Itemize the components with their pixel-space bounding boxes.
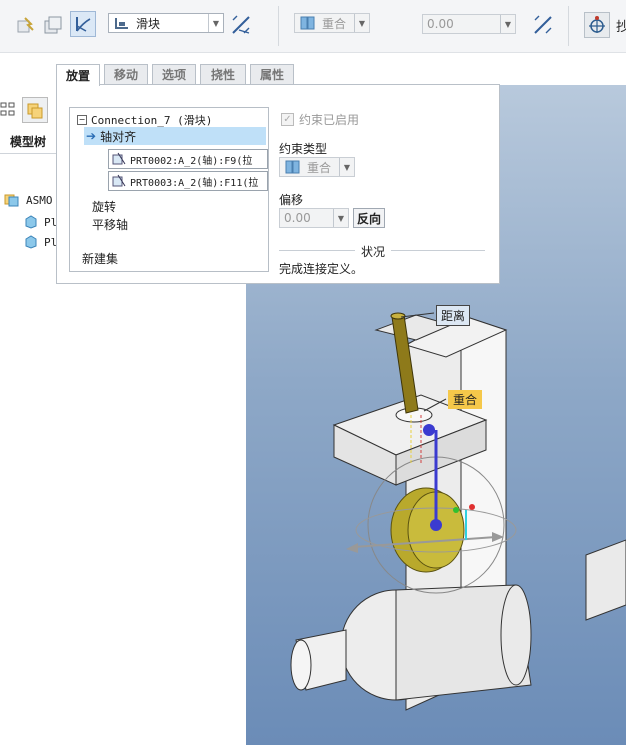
slider-icon [115,18,128,29]
constraint-type-label: 约束类型 [279,142,328,156]
chevron-down-icon: ▼ [500,15,515,33]
status-header: 状况 [355,243,392,260]
flip-button[interactable]: 反向 [353,208,385,228]
constraint-axis-align[interactable]: ➔ 轴对齐 [84,127,266,145]
chevron-down-icon: ▼ [208,14,223,32]
offset-select[interactable]: 0.00 ▼ [422,14,516,34]
axis-reference-icon [112,174,126,187]
arrow-right-icon: ➔ [86,129,97,143]
toolbar-partial-label: 抄 [616,20,626,35]
part-icon [25,235,37,249]
connection-type-select[interactable]: 滑块 ▼ [108,13,224,33]
drag-components-icon[interactable] [584,12,610,38]
constraint-enabled-label: 约束已启用 [299,113,360,127]
layer-tree-icon[interactable] [0,97,16,119]
component-icon[interactable] [40,12,66,38]
connection-node[interactable]: − Connection_7 (滑块) [77,112,212,128]
assembly-tree-icon[interactable] [22,97,48,123]
constraint-type-select[interactable]: 重合 ▼ [294,13,370,33]
user-defined-icon[interactable] [12,12,38,38]
assembly-icon [4,194,19,207]
tab-options[interactable]: 选项 [152,64,196,84]
dashboard-toolbar: 滑块 ▼ 重合 ▼ 0.00 ▼ 抄 [0,0,626,53]
new-set-link[interactable]: 新建集 [82,250,118,267]
panel-offset-select[interactable]: 0.00 ▼ [279,208,349,228]
constraint-translate-axis[interactable]: 平移轴 [92,216,128,233]
chevron-down-icon: ▼ [354,14,369,32]
offset-label: 偏移 [279,193,304,207]
constraint-rotate[interactable]: 旋转 [92,198,116,215]
reference-1-collector[interactable]: PRT0002:A_2(轴):F9(拉 [108,149,268,169]
chevron-down-icon: ▼ [333,209,348,227]
constraint-axis-align-label: 轴对齐 [100,129,137,144]
status-text: 完成连接定义。 [279,262,364,276]
tree-item[interactable]: Pl [24,235,57,249]
coincident-icon [300,16,315,30]
panel-offset-value: 0.00 [284,211,311,225]
reference-2-text: PRT0003:A_2(轴):F11(拉 [130,177,259,189]
constraint-type-value: 重合 [322,16,347,31]
connection-name: Connection_7 (滑块) [91,114,213,127]
distance-label[interactable]: 距离 [436,305,471,326]
model-tree-tab[interactable]: 模型树 [10,133,46,150]
tree-root-label: ASMO [26,193,53,207]
tree-root[interactable]: ASMO [4,193,53,207]
chevron-down-icon: ▼ [339,158,354,176]
tree-item[interactable]: Pl [24,215,57,229]
flip-constraint-icon[interactable] [530,12,556,38]
panel-constraint-type-value: 重合 [307,160,332,175]
coincident-label[interactable]: 重合 [448,390,483,409]
tab-properties[interactable]: 属性 [250,64,294,84]
connection-type-value: 滑块 [136,16,161,31]
reference-2-collector[interactable]: PRT0003:A_2(轴):F11(拉 [108,171,268,191]
panel-constraint-type-select[interactable]: 重合 ▼ [279,157,355,177]
part-icon [25,215,37,229]
axis-reference-icon [112,152,126,165]
check-icon: ✓ [281,113,294,126]
collapse-icon[interactable]: − [77,115,87,125]
mechanism-connection-icon[interactable] [70,11,96,37]
tab-move[interactable]: 移动 [104,64,148,84]
constraint-enabled-checkbox[interactable]: ✓ 约束已启用 [281,111,359,128]
coincident-icon [285,160,300,174]
flip-assembly-icon[interactable] [228,12,254,38]
reference-1-text: PRT0002:A_2(轴):F9(拉 [130,155,253,167]
tab-placement[interactable]: 放置 [56,64,100,86]
offset-value: 0.00 [427,17,454,31]
placement-panel: − Connection_7 (滑块) ➔ 轴对齐 PRT0002:A_2(轴)… [56,84,500,284]
connection-tree: − Connection_7 (滑块) ➔ 轴对齐 PRT0002:A_2(轴)… [69,107,269,272]
tab-flexibility[interactable]: 挠性 [200,64,246,84]
